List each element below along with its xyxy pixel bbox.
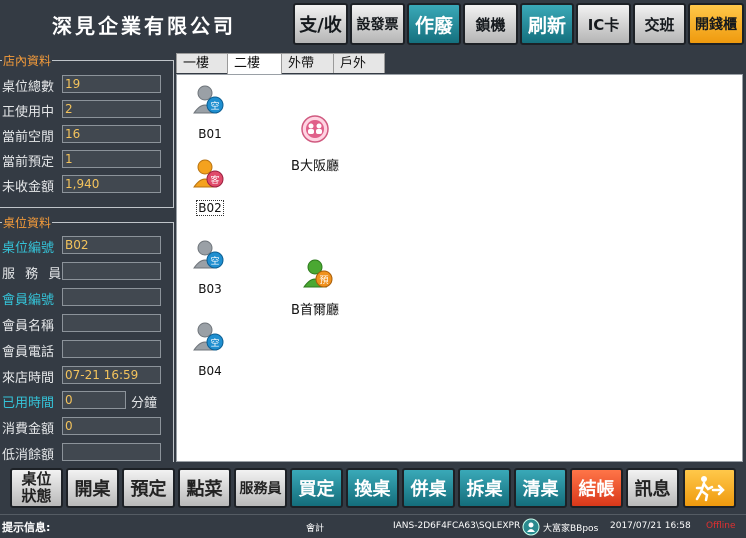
svg-text:空: 空 <box>210 255 219 267</box>
floor-tabs: 一樓 二樓 外帶 戶外 <box>175 53 746 74</box>
table-field-elapsed: 已用時間 0 分鐘 <box>2 391 158 411</box>
store-field-in-use: 正使用中 2 <box>0 99 174 120</box>
table-label: B03 <box>198 282 222 296</box>
table-map: 空 B01 客 B02 空 B03 空 B04 B大阪廳 預 B首爾廳 <box>176 74 743 462</box>
member-id-field[interactable] <box>62 288 161 306</box>
buy-deposit-button[interactable]: 買定 <box>290 468 343 508</box>
store-field-total: 桌位總數 19 <box>0 74 174 95</box>
svg-text:客: 客 <box>210 174 219 186</box>
table-b04[interactable]: 空 B04 <box>180 320 240 379</box>
store-field-unpaid: 未收金額 1,940 <box>0 174 174 195</box>
room-osaka[interactable]: B大阪廳 <box>280 113 350 174</box>
bottom-bar: 桌位狀態 開桌 預定 點菜 服務員 買定 換桌 併桌 拆桌 清桌 結帳 訊息 <box>0 462 746 514</box>
company-name: 深見企業有限公司 <box>52 14 236 38</box>
store-field-idle: 當前空閒 16 <box>0 124 174 145</box>
member-name-field[interactable] <box>62 314 161 332</box>
waiter-field[interactable] <box>62 262 161 280</box>
refresh-button[interactable]: 刷新 <box>520 3 574 45</box>
table-label: B04 <box>198 364 222 378</box>
exit-icon <box>695 476 725 502</box>
in-use-value: 2 <box>62 100 161 118</box>
table-label: B02 <box>196 200 224 216</box>
room-icon <box>301 115 329 143</box>
top-bar: 深見企業有限公司 支/收 設發票 作廢 鎖機 刷新 IC卡 交班 開錢櫃 <box>0 0 746 48</box>
member-phone-field[interactable] <box>62 340 161 358</box>
ic-card-button[interactable]: IC卡 <box>576 3 631 45</box>
open-drawer-button[interactable]: 開錢櫃 <box>688 3 744 45</box>
table-field-number: 桌位編號 B02 <box>0 235 174 256</box>
hint-label: 提示信息: <box>2 521 51 534</box>
minutes-unit: 分鐘 <box>131 396 158 411</box>
store-info-title: 店內資料 <box>3 54 52 68</box>
waiter-button[interactable]: 服務員 <box>234 468 287 508</box>
table-field-member-phone: 會員電話 <box>0 339 174 360</box>
reserved-value: 1 <box>62 150 161 168</box>
table-empty-icon: 空 <box>193 322 224 351</box>
void-button[interactable]: 作廢 <box>407 3 461 45</box>
change-table-button[interactable]: 換桌 <box>346 468 399 508</box>
tab-outdoor[interactable]: 戶外 <box>333 53 385 73</box>
tab-floor-2[interactable]: 二樓 <box>227 53 282 74</box>
table-label: B大阪廳 <box>291 159 339 174</box>
table-b03[interactable]: 空 B03 <box>180 238 240 297</box>
table-status-button[interactable]: 桌位狀態 <box>10 468 63 508</box>
exit-button[interactable] <box>683 468 736 508</box>
reserve-button[interactable]: 預定 <box>122 468 175 508</box>
tab-floor-1[interactable]: 一樓 <box>176 53 228 73</box>
total-tables-value: 19 <box>62 75 161 93</box>
lock-button[interactable]: 鎖機 <box>463 3 518 45</box>
table-label: B首爾廳 <box>291 303 339 318</box>
svg-text:空: 空 <box>210 100 219 112</box>
table-empty-icon: 空 <box>193 240 224 269</box>
min-balance-field <box>62 443 161 461</box>
info-panel: 店內資料 桌位總數 19 正使用中 2 當前空閒 16 當前預定 1 未收金額 … <box>0 48 174 464</box>
table-field-amount: 消費金額 0 <box>0 416 174 437</box>
elapsed-time-field: 0 <box>62 391 126 409</box>
table-field-member-id: 會員編號 <box>0 287 174 308</box>
split-table-button[interactable]: 拆桌 <box>458 468 511 508</box>
merge-table-button[interactable]: 併桌 <box>402 468 455 508</box>
table-field-waiter: 服 務 員 <box>0 261 174 282</box>
table-b02[interactable]: 客 B02 <box>180 157 240 216</box>
svg-text:空: 空 <box>210 337 219 349</box>
app-logo-icon <box>522 518 540 536</box>
shift-change-button[interactable]: 交班 <box>633 3 686 45</box>
amount-field: 0 <box>62 417 161 435</box>
datetime-text: 2017/07/21 16:58 <box>610 521 691 531</box>
checkout-button[interactable]: 結帳 <box>570 468 623 508</box>
app-name: 大富家BBpos <box>543 524 599 534</box>
open-table-button[interactable]: 開桌 <box>66 468 119 508</box>
svg-text:預: 預 <box>319 275 328 286</box>
table-field-min-balance: 低消餘額 <box>0 442 174 463</box>
room-seoul[interactable]: 預 B首爾廳 <box>280 257 350 318</box>
order-button[interactable]: 點菜 <box>178 468 231 508</box>
arrival-time-field: 07-21 16:59 <box>62 366 161 384</box>
table-occupied-icon: 客 <box>193 159 224 188</box>
set-invoice-button[interactable]: 設發票 <box>350 3 405 45</box>
unpaid-value: 1,940 <box>62 175 161 193</box>
payment-button[interactable]: 支/收 <box>293 3 348 45</box>
table-info-title: 桌位資料 <box>3 216 52 230</box>
table-field-member-name: 會員名稱 <box>0 313 174 334</box>
table-empty-icon: 空 <box>193 85 224 114</box>
offline-status: Offline <box>706 521 736 531</box>
store-field-reserved: 當前預定 1 <box>0 149 174 170</box>
role-text: 會計 <box>306 524 325 534</box>
table-field-arrival: 來店時間 07-21 16:59 <box>0 365 174 386</box>
table-label: B01 <box>198 127 222 141</box>
table-reserved-icon: 預 <box>303 259 333 288</box>
table-number-field[interactable]: B02 <box>62 236 161 254</box>
tab-takeout[interactable]: 外帶 <box>281 53 334 73</box>
table-b01[interactable]: 空 B01 <box>180 83 240 142</box>
idle-value: 16 <box>62 125 161 143</box>
message-button[interactable]: 訊息 <box>626 468 679 508</box>
clear-table-button[interactable]: 清桌 <box>514 468 567 508</box>
server-text: IANS-2D6F4FCA63\SQLEXPRE <box>393 521 521 531</box>
status-bar: 提示信息: 會計 IANS-2D6F4FCA63\SQLEXPRE 大富家BBp… <box>0 514 746 538</box>
